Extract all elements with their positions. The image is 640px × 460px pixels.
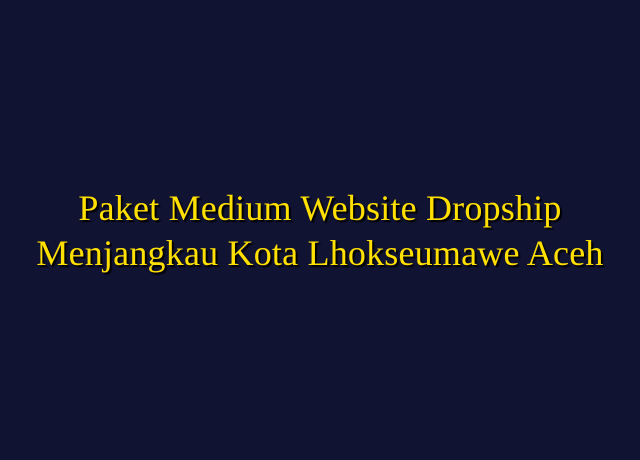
title-line-1: Paket Medium Website Dropship (78, 188, 562, 228)
title-line-2: Menjangkau Kota Lhokseumawe Aceh (36, 233, 604, 273)
title-card: Paket Medium Website Dropship Menjangkau… (0, 0, 640, 460)
page-title: Paket Medium Website Dropship Menjangkau… (36, 186, 603, 276)
